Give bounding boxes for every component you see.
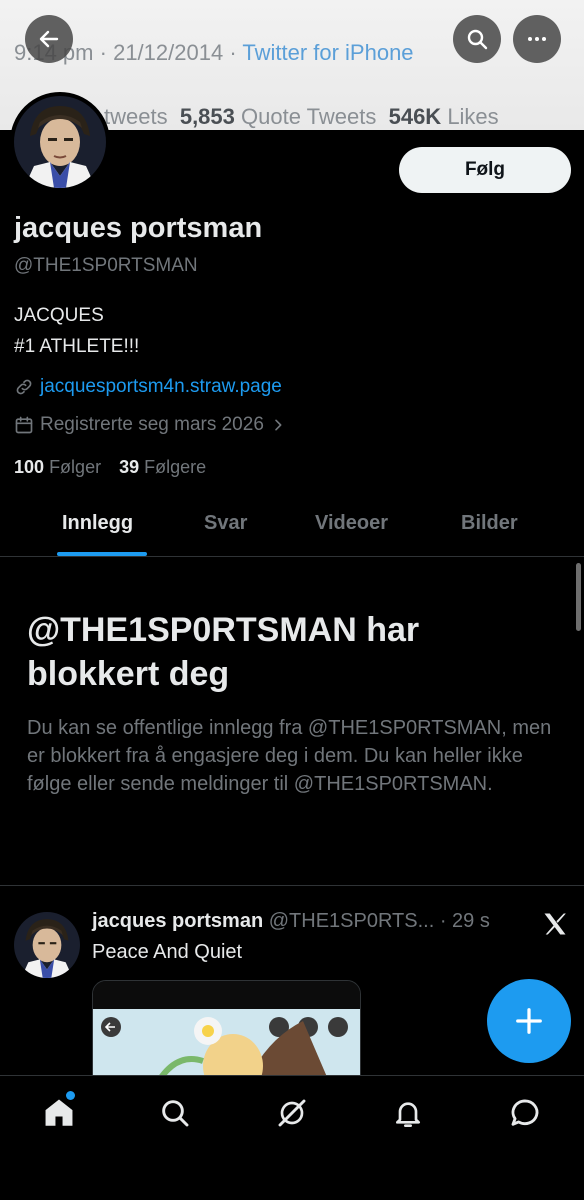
tab-photos[interactable]: Bilder	[461, 512, 518, 535]
arrow-left-icon	[39, 30, 59, 48]
following-label: Følger	[49, 457, 102, 477]
followers-count: 39	[119, 457, 140, 477]
calendar-icon	[15, 416, 33, 434]
profile-link[interactable]: jacquesportsm4n.straw.page	[40, 376, 282, 398]
banner-tweet-meta: 9:14 pm · 21/12/2014 · Twitter for iPhon…	[14, 40, 414, 66]
home-notification-dot	[66, 1091, 75, 1100]
profile-joined-row[interactable]: Registrerte seg mars 2026	[14, 414, 286, 436]
search-button[interactable]	[453, 15, 501, 63]
tab-posts[interactable]: Innlegg	[62, 512, 133, 535]
chevron-right-icon	[275, 419, 282, 431]
post-media[interactable]	[92, 980, 361, 1090]
banner-likes-count: 546K	[388, 104, 442, 129]
search-icon	[467, 29, 488, 50]
profile-tabs: Innlegg Svar Videoer Bilder	[0, 500, 584, 557]
active-tab-indicator	[57, 552, 147, 556]
profile-bio-line2: #1 ATHLETE!!!	[14, 336, 140, 357]
grok-icon	[278, 1099, 306, 1127]
banner-separator-2: ·	[229, 40, 237, 65]
blocked-description: Du kan se offentlige innlegg fra @THE1SP…	[27, 717, 552, 795]
nav-notifications[interactable]	[388, 1093, 428, 1133]
nav-messages[interactable]	[505, 1093, 545, 1133]
link-icon	[16, 379, 32, 395]
post-author-handle: @THE1SP0RTS...	[268, 910, 435, 932]
blocked-title: @THE1SP0RTSMAN har blokkert deg	[27, 611, 420, 693]
followers-label: Følgere	[144, 457, 207, 477]
profile-stats: 100 Følger 39 Følgere	[14, 457, 206, 478]
x-logo-icon	[541, 910, 569, 943]
followers-stat[interactable]: 39 Følgere	[119, 457, 206, 478]
banner-retweets-label: tweets	[104, 104, 168, 129]
compose-button[interactable]	[487, 979, 571, 1063]
messages-icon	[511, 1099, 539, 1126]
profile-link-row: jacquesportsm4n.straw.page	[14, 376, 282, 398]
profile-joined-date: Registrerte seg mars 2026	[40, 414, 264, 435]
banner-source: Twitter for iPhone	[242, 40, 414, 65]
banner-date: 21/12/2014	[113, 40, 224, 65]
scrollbar[interactable]	[576, 563, 581, 631]
banner-quote-count: 5,853	[179, 104, 235, 129]
profile-name: jacques portsman	[14, 212, 263, 244]
search-icon	[162, 1100, 189, 1127]
home-icon	[45, 1099, 73, 1126]
plus-icon	[516, 1008, 542, 1034]
post-text: Peace And Quiet	[92, 941, 243, 963]
banner-separator: ·	[99, 40, 107, 65]
post-avatar[interactable]	[14, 912, 80, 978]
profile-bio-line1: JACQUES	[14, 305, 104, 326]
tab-replies[interactable]: Svar	[204, 512, 247, 535]
profile-handle: @THE1SP0RTSMAN	[14, 255, 198, 276]
bottom-navigation	[0, 1075, 584, 1200]
post-author-name[interactable]: jacques portsman	[92, 910, 263, 932]
banner-likes-label: Likes	[447, 104, 499, 129]
follow-button[interactable]: Følg	[399, 147, 571, 193]
back-button[interactable]	[25, 15, 73, 63]
following-count: 100	[14, 457, 45, 477]
bell-icon	[396, 1102, 420, 1127]
more-button[interactable]	[513, 15, 561, 63]
more-horizontal-icon	[528, 37, 546, 41]
nav-grok[interactable]	[272, 1093, 312, 1133]
profile-avatar[interactable]	[10, 92, 110, 192]
divider	[0, 885, 584, 886]
tab-videos[interactable]: Videoer	[315, 512, 388, 535]
following-stat[interactable]: 100 Følger	[14, 457, 101, 478]
banner-quote-label: Quote Tweets	[241, 104, 377, 129]
post-header: jacques portsman @THE1SP0RTS... · 29 s	[92, 910, 490, 933]
nav-search[interactable]	[155, 1093, 195, 1133]
post-timestamp: · 29 s	[439, 910, 490, 932]
